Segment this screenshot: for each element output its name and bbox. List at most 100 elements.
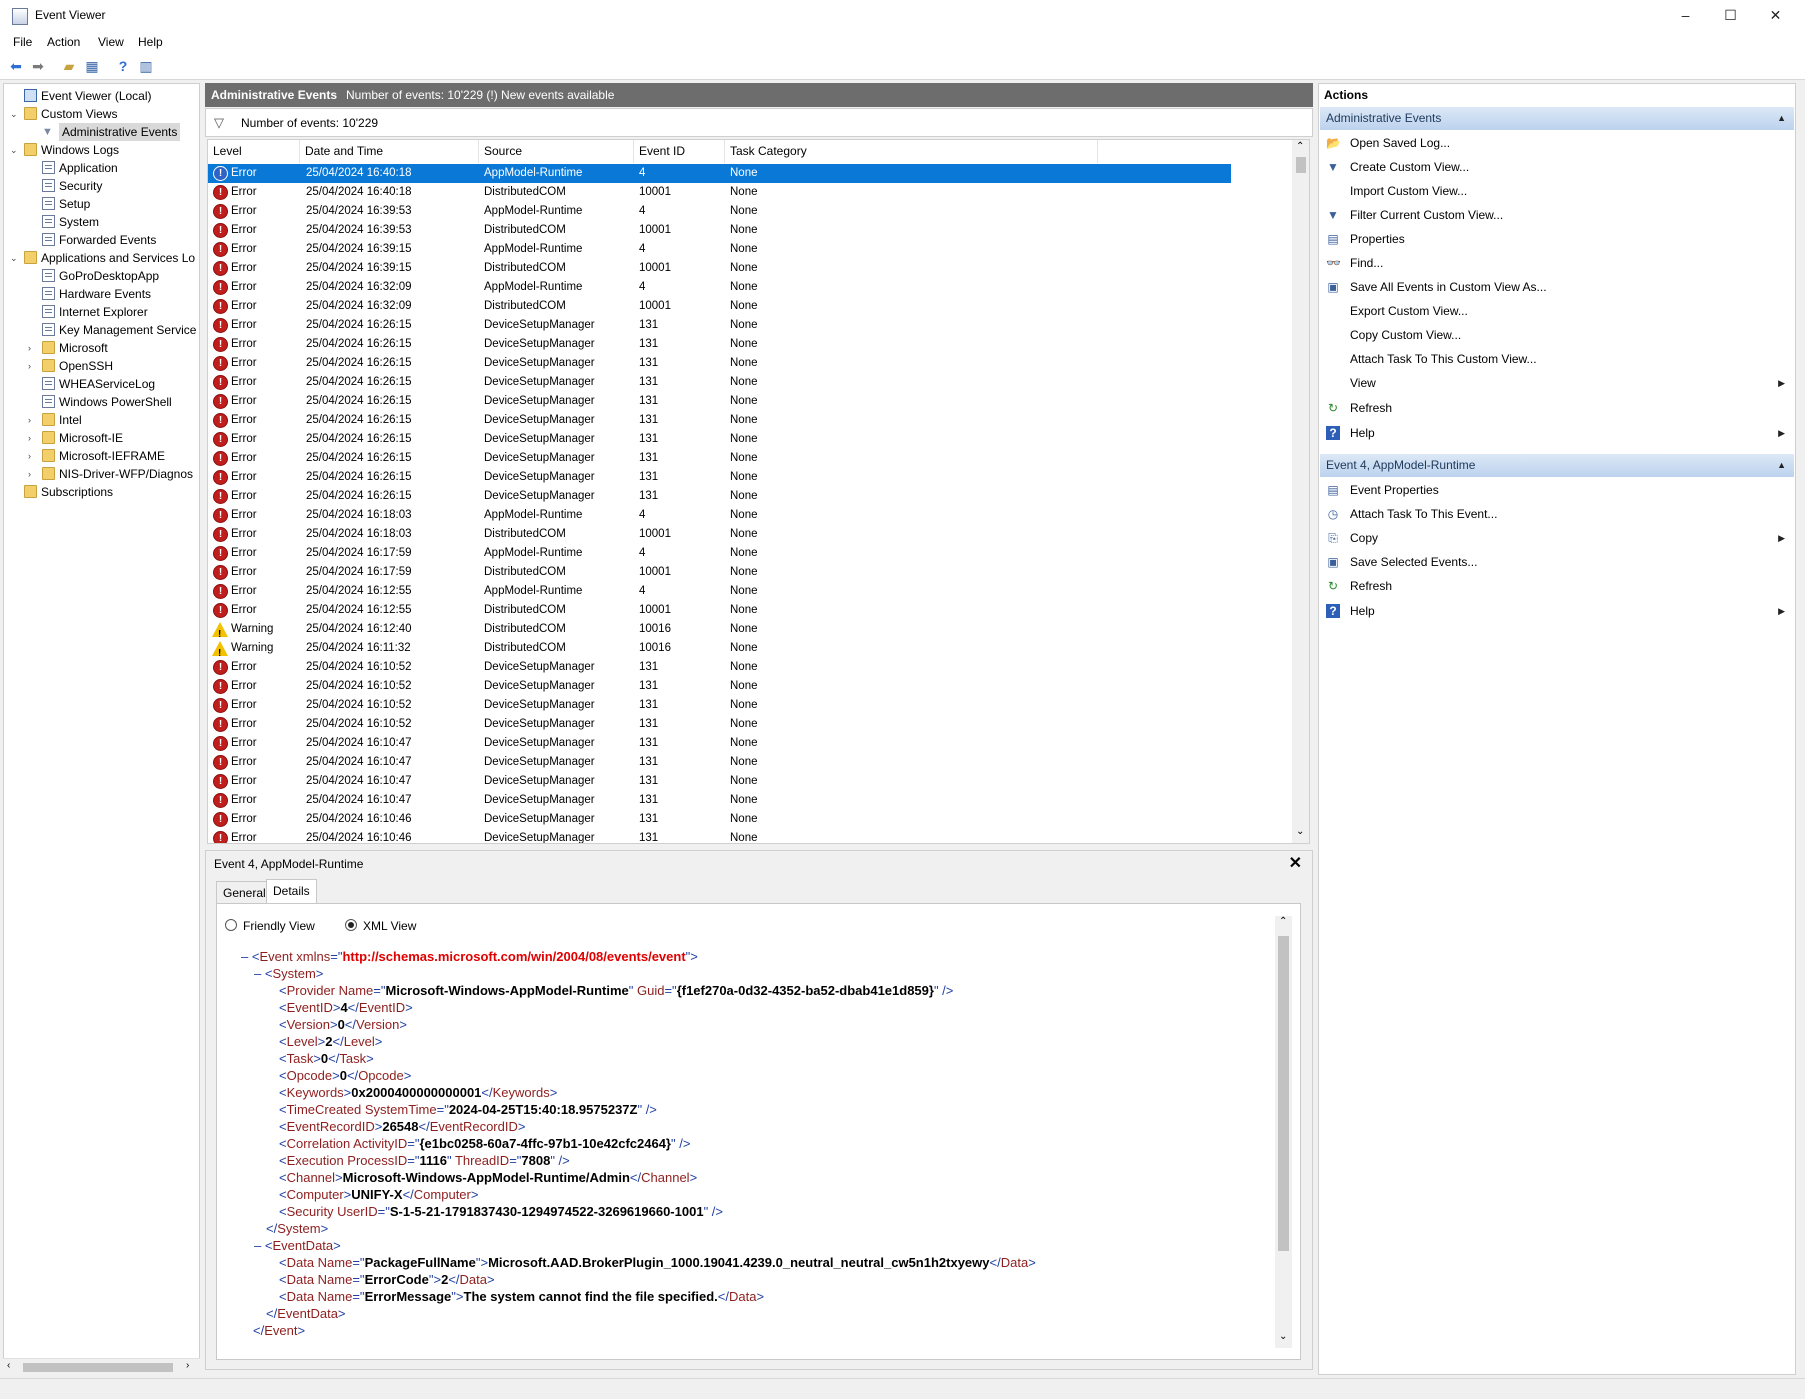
grid-vertical-scrollbar[interactable]: ⌃ ⌄ — [1292, 140, 1309, 843]
table-row[interactable]: ! Error 25/04/2024 16:10:52 DeviceSetupMana… — [208, 677, 1231, 696]
chevron-right-icon[interactable]: › — [28, 465, 38, 483]
scroll-thumb[interactable] — [1278, 936, 1289, 1251]
tab-general[interactable]: General — [216, 881, 273, 905]
table-row[interactable]: ! Error 25/04/2024 16:26:15 DeviceSetupMana… — [208, 392, 1231, 411]
action-item[interactable]: ▣ Save All Events in Custom View As... — [1319, 276, 1795, 298]
minimize-button[interactable]: – — [1663, 0, 1708, 31]
table-row[interactable]: ! Error 25/04/2024 16:39:53 AppModel-Runtim… — [208, 202, 1231, 221]
tree-node[interactable]: Forwarded Events — [4, 231, 199, 249]
collapse-icon[interactable]: ▲ — [1777, 107, 1786, 130]
tree-node[interactable]: Windows PowerShell — [4, 393, 199, 411]
scroll-thumb[interactable] — [23, 1363, 173, 1372]
action-item[interactable]: ? Help ▶ — [1319, 422, 1795, 444]
action-item[interactable]: Import Custom View... — [1319, 180, 1795, 202]
table-row[interactable]: ! Error 25/04/2024 16:39:15 AppModel-Runtim… — [208, 240, 1231, 259]
action-item[interactable]: ◷ Attach Task To This Event... — [1319, 503, 1795, 525]
tab-details[interactable]: Details — [266, 879, 317, 905]
table-row[interactable]: ! Error 25/04/2024 16:26:15 DeviceSetupMana… — [208, 449, 1231, 468]
tree-node[interactable]: › Microsoft-IEFRAME — [4, 447, 199, 465]
tree-node[interactable]: ⌄ Applications and Services Lo — [4, 249, 199, 267]
column-header-task-category[interactable]: Task Category — [725, 140, 1098, 163]
tree-node[interactable]: › Microsoft — [4, 339, 199, 357]
table-row[interactable]: ! Error 25/04/2024 16:10:47 DeviceSetupMana… — [208, 791, 1231, 810]
table-row[interactable]: ! Error 25/04/2024 16:10:52 DeviceSetupMana… — [208, 696, 1231, 715]
help-icon[interactable]: ? — [114, 57, 132, 75]
table-row[interactable]: ! Error 25/04/2024 16:26:15 DeviceSetupMana… — [208, 316, 1231, 335]
table-row[interactable]: ! Error 25/04/2024 16:32:09 AppModel-Runtim… — [208, 278, 1231, 297]
chevron-down-icon[interactable]: ⌄ — [10, 249, 20, 267]
tree-node[interactable]: GoProDesktopApp — [4, 267, 199, 285]
table-row[interactable]: ! Error 25/04/2024 16:39:15 DistributedCOM 1… — [208, 259, 1231, 278]
scroll-thumb[interactable] — [1296, 157, 1306, 173]
chevron-down-icon[interactable]: ⌄ — [10, 141, 20, 159]
back-arrow-icon[interactable]: ⬅ — [7, 57, 25, 75]
chevron-right-icon[interactable]: › — [28, 447, 38, 465]
chevron-right-icon[interactable]: › — [28, 429, 38, 447]
scroll-down-icon[interactable]: ⌄ — [1296, 826, 1304, 837]
tree-node[interactable]: › OpenSSH — [4, 357, 199, 375]
tree-node[interactable]: › Intel — [4, 411, 199, 429]
tree-node[interactable]: ⌄ Custom Views — [4, 105, 199, 123]
maximize-button[interactable]: ☐ — [1708, 0, 1753, 31]
menu-action[interactable]: Action — [47, 35, 80, 49]
action-item[interactable]: Copy Custom View... — [1319, 324, 1795, 346]
scroll-left-icon[interactable]: ‹ — [7, 1360, 10, 1371]
close-icon[interactable]: ✕ — [1289, 853, 1302, 873]
scroll-down-icon[interactable]: ⌄ — [1279, 1331, 1287, 1342]
xml-line[interactable]: – <EventData> — [254, 1237, 341, 1254]
tree-node[interactable]: Key Management Service — [4, 321, 199, 339]
table-row[interactable]: ! Error 25/04/2024 16:40:18 DistributedCOM 1… — [208, 183, 1231, 202]
chevron-right-icon[interactable]: › — [28, 411, 38, 429]
chevron-right-icon[interactable]: › — [28, 339, 38, 357]
chevron-down-icon[interactable]: ⌄ — [10, 105, 20, 123]
action-item[interactable]: ▣ Save Selected Events... — [1319, 551, 1795, 573]
action-item[interactable]: ⎘ Copy ▶ — [1319, 527, 1795, 549]
tree-node[interactable]: Security — [4, 177, 199, 195]
table-row[interactable]: ! Error 25/04/2024 16:10:52 DeviceSetupMana… — [208, 715, 1231, 734]
tree-node[interactable]: Internet Explorer — [4, 303, 199, 321]
table-row[interactable]: ! Error 25/04/2024 16:39:53 DistributedCOM 1… — [208, 221, 1231, 240]
up-folder-icon[interactable]: ▰ — [60, 57, 78, 75]
table-row[interactable]: ! Error 25/04/2024 16:26:15 DeviceSetupMana… — [208, 468, 1231, 487]
action-item[interactable]: ↻ Refresh — [1319, 575, 1795, 597]
table-row[interactable]: ! Error 25/04/2024 16:10:46 DeviceSetupMana… — [208, 829, 1231, 843]
menu-view[interactable]: View — [98, 35, 124, 49]
table-row[interactable]: Warning 25/04/2024 16:12:40 DistributedCOM… — [208, 620, 1231, 644]
tree-node[interactable]: › Microsoft-IE — [4, 429, 199, 447]
tree-node[interactable]: Event Viewer (Local) — [4, 87, 199, 105]
collapse-icon[interactable]: ▲ — [1777, 454, 1786, 477]
table-row[interactable]: ! Error 25/04/2024 16:10:47 DeviceSetupMana… — [208, 772, 1231, 791]
scroll-right-icon[interactable]: › — [186, 1360, 189, 1371]
table-row[interactable]: ! Error 25/04/2024 16:18:03 AppModel-Runtim… — [208, 506, 1231, 525]
tree-node[interactable]: ⌄ Windows Logs — [4, 141, 199, 159]
column-header-date-and-time[interactable]: Date and Time — [300, 140, 479, 163]
column-header-event-id[interactable]: Event ID — [634, 140, 725, 163]
action-item[interactable]: Export Custom View... — [1319, 300, 1795, 322]
actions-section-header[interactable]: Event 4, AppModel-Runtime ▲ — [1320, 454, 1794, 477]
menu-help[interactable]: Help — [138, 35, 163, 49]
table-row[interactable]: ! Error 25/04/2024 16:10:47 DeviceSetupMana… — [208, 753, 1231, 772]
menu-file[interactable]: File — [13, 35, 32, 49]
actions-section-header[interactable]: Administrative Events ▲ — [1320, 107, 1794, 130]
forward-arrow-icon[interactable]: ➡ — [29, 57, 47, 75]
scroll-up-icon[interactable]: ⌃ — [1279, 916, 1287, 927]
xml-vertical-scrollbar[interactable]: ⌃ ⌄ — [1275, 916, 1292, 1348]
table-row[interactable]: ! Error 25/04/2024 16:40:18 AppModel-Runtim… — [208, 164, 1231, 183]
action-item[interactable]: 👓 Find... — [1319, 252, 1795, 274]
table-row[interactable]: Warning 25/04/2024 16:11:32 DistributedCOM… — [208, 639, 1231, 663]
action-item[interactable]: ▤ Event Properties — [1319, 479, 1795, 501]
column-header-source[interactable]: Source — [479, 140, 634, 163]
table-row[interactable]: ! Error 25/04/2024 16:17:59 AppModel-Runtim… — [208, 544, 1231, 563]
table-row[interactable]: ! Error 25/04/2024 16:12:55 DistributedCOM 1… — [208, 601, 1231, 620]
tree-node[interactable]: System — [4, 213, 199, 231]
xml-view-radio[interactable]: XML View — [345, 918, 416, 934]
table-row[interactable]: ! Error 25/04/2024 16:26:15 DeviceSetupMana… — [208, 354, 1231, 373]
tree-node[interactable]: Hardware Events — [4, 285, 199, 303]
action-item[interactable]: ↻ Refresh — [1319, 397, 1795, 419]
action-item[interactable]: ? Help ▶ — [1319, 600, 1795, 622]
table-row[interactable]: ! Error 25/04/2024 16:26:15 DeviceSetupMana… — [208, 430, 1231, 449]
table-row[interactable]: ! Error 25/04/2024 16:10:46 DeviceSetupMana… — [208, 810, 1231, 829]
table-row[interactable]: ! Error 25/04/2024 16:10:47 DeviceSetupMana… — [208, 734, 1231, 753]
action-item[interactable]: ▤ Properties — [1319, 228, 1795, 250]
close-button[interactable]: ✕ — [1753, 0, 1798, 31]
